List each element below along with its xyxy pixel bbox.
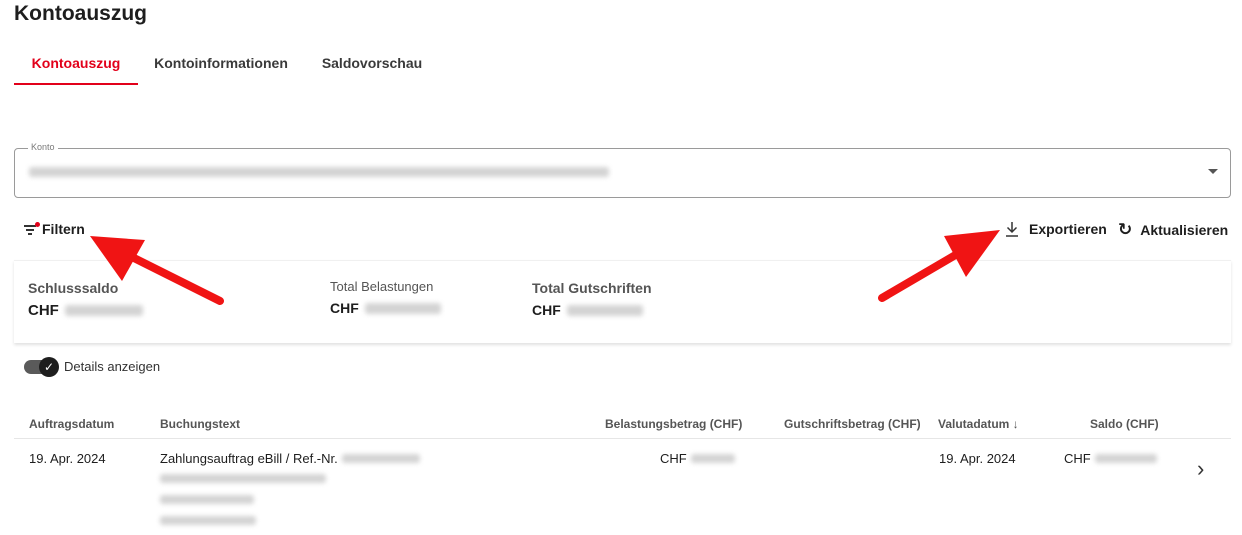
- column-header-belastungsbetrag[interactable]: Belastungsbetrag (CHF): [605, 417, 742, 431]
- schlusssaldo-value: CHF: [28, 302, 143, 319]
- page-title: Kontoauszug: [14, 2, 147, 25]
- currency-label: CHF: [330, 300, 359, 316]
- export-label: Exportieren: [1029, 221, 1107, 237]
- refresh-icon: ↻: [1118, 220, 1133, 239]
- filter-icon: [24, 222, 40, 236]
- konto-value-redacted: [29, 167, 609, 177]
- filter-button[interactable]: Filtern: [24, 221, 85, 237]
- total-gutschriften-block: Total Gutschriften CHF: [532, 280, 652, 318]
- ref-number-redacted: [341, 454, 420, 463]
- currency-label: CHF: [532, 302, 561, 318]
- tab-bar: Kontoauszug Kontoinformationen Saldovors…: [14, 45, 434, 85]
- refresh-button[interactable]: ↻ Aktualisieren: [1118, 220, 1228, 240]
- column-header-buchungstext[interactable]: Buchungstext: [160, 417, 240, 431]
- konto-label: Konto: [28, 142, 58, 152]
- total-belastungen-value: CHF: [330, 300, 441, 316]
- cell-buchungstext: Zahlungsauftrag eBill / Ref.-Nr.: [160, 451, 420, 466]
- tab-saldovorschau[interactable]: Saldovorschau: [312, 45, 432, 85]
- column-header-auftragsdatum[interactable]: Auftragsdatum: [29, 417, 114, 431]
- schlusssaldo-label: Schlusssaldo: [28, 280, 119, 296]
- column-header-valutadatum[interactable]: Valutadatum ↓: [938, 417, 1019, 431]
- tab-kontoinformationen[interactable]: Kontoinformationen: [150, 45, 292, 85]
- details-toggle[interactable]: ✓ Details anzeigen: [24, 356, 161, 377]
- chevron-right-icon[interactable]: ›: [1197, 456, 1204, 482]
- cell-valutadatum: 19. Apr. 2024: [939, 451, 1016, 466]
- refresh-label: Aktualisieren: [1140, 222, 1229, 238]
- total-belastungen-block: Total Belastungen CHF: [330, 279, 441, 316]
- download-icon: [1006, 222, 1018, 237]
- total-gutschriften-value: CHF: [532, 302, 652, 318]
- export-button[interactable]: Exportieren: [1004, 220, 1107, 238]
- currency-label: CHF: [660, 451, 687, 466]
- column-header-gutschriftsbetrag[interactable]: Gutschriftsbetrag (CHF): [784, 417, 921, 431]
- divider: [14, 438, 1231, 439]
- total-belastungen-label: Total Belastungen: [330, 279, 434, 294]
- detail-line-redacted: [160, 516, 256, 525]
- filter-label: Filtern: [42, 221, 85, 237]
- amount-redacted: [364, 302, 441, 314]
- detail-line-redacted: [160, 495, 254, 504]
- amount-redacted: [690, 454, 735, 463]
- chevron-down-icon[interactable]: [1208, 169, 1218, 174]
- cell-saldo: CHF: [1064, 451, 1157, 466]
- details-toggle-label: Details anzeigen: [64, 359, 161, 374]
- summary-panel: Schlusssaldo CHF Total Belastungen CHF T…: [14, 260, 1231, 343]
- tab-kontoauszug[interactable]: Kontoauszug: [14, 45, 138, 85]
- schlusssaldo-block: Schlusssaldo CHF: [28, 280, 143, 319]
- konto-select[interactable]: Konto: [14, 142, 1231, 198]
- currency-label: CHF: [1064, 451, 1091, 466]
- buchungstext-label: Zahlungsauftrag eBill / Ref.-Nr.: [160, 451, 338, 466]
- cell-belastungsbetrag: CHF: [660, 451, 735, 466]
- toggle-switch[interactable]: ✓: [24, 356, 59, 377]
- detail-line-redacted: [160, 474, 326, 483]
- column-header-saldo[interactable]: Saldo (CHF): [1090, 417, 1159, 431]
- checkmark-icon: ✓: [39, 356, 59, 377]
- cell-auftragsdatum: 19. Apr. 2024: [29, 451, 106, 466]
- currency-label: CHF: [28, 302, 59, 319]
- amount-redacted: [64, 305, 143, 316]
- amount-redacted: [566, 304, 643, 316]
- total-gutschriften-label: Total Gutschriften: [532, 280, 652, 296]
- amount-redacted: [1094, 454, 1157, 463]
